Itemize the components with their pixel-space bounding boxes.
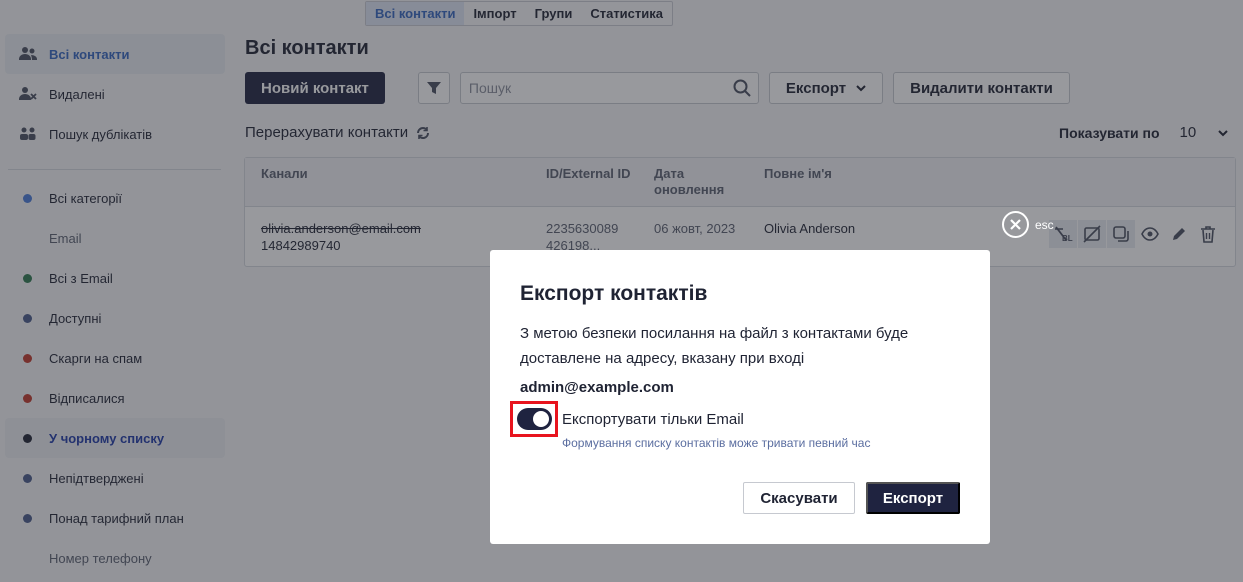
toggle-label: Експортувати тільки Email <box>562 411 744 428</box>
export-button[interactable]: Експорт <box>866 482 960 514</box>
export-email-only-toggle[interactable] <box>516 408 552 430</box>
toggle-hint: Формування списку контактів може тривати… <box>562 436 871 450</box>
modal-description: З метою безпеки посилання на файл з конт… <box>520 325 909 367</box>
toggle-knob <box>532 411 549 427</box>
modal-email: admin@example.com <box>520 379 674 396</box>
esc-label: esc <box>1035 217 1054 232</box>
cancel-button[interactable]: Скасувати <box>743 482 855 514</box>
close-modal-button[interactable]: esc <box>1002 211 1054 238</box>
close-icon <box>1002 211 1029 238</box>
export-modal: Експорт контактів З метою безпеки посила… <box>490 250 990 544</box>
toggle-highlight <box>510 401 558 437</box>
modal-title: Експорт контактів <box>520 282 708 305</box>
